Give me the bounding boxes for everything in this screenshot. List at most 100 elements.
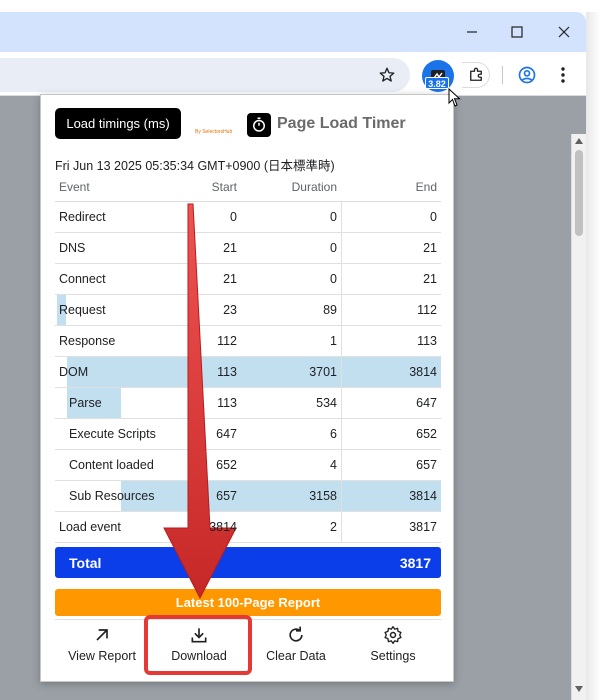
table-row: DNS 21 0 21: [55, 232, 441, 264]
end-value: 3814: [409, 488, 437, 503]
start-value: 112: [217, 333, 237, 348]
cell-duration: 0: [241, 201, 341, 233]
duration-value: 2: [330, 519, 337, 534]
table-header-row: Event Start Duration End: [55, 173, 441, 202]
timings-table-body: Redirect 0 0 0 DNS 21 0 21 Connect 21 0 21 Request 23…: [55, 201, 441, 543]
duration-value: 6: [330, 426, 337, 441]
bookmark-star-button[interactable]: [376, 64, 398, 86]
cell-event: Content loaded: [55, 449, 177, 481]
cell-start: 647: [177, 418, 241, 450]
cell-duration: 3701: [241, 356, 341, 388]
column-header-start: Start: [177, 173, 241, 202]
scroll-thumb[interactable]: [575, 150, 583, 236]
event-value: Execute Scripts: [69, 426, 156, 441]
cell-start: 657: [177, 480, 241, 512]
event-value: Load event: [59, 519, 121, 534]
total-value: 3817: [399, 554, 431, 571]
start-value: 21: [223, 240, 237, 255]
cell-end: 113: [341, 325, 441, 357]
table-row: Connect 21 0 21: [55, 263, 441, 295]
cell-start: 652: [177, 449, 241, 481]
download-highlight-box: [144, 615, 252, 675]
cell-duration: 0: [241, 232, 341, 264]
timings-table: Event Start Duration End Redirect 0 0 0 DNS 2…: [55, 173, 441, 543]
clear-data-button[interactable]: Clear Data: [249, 625, 343, 669]
cell-duration: 6: [241, 418, 341, 450]
close-window-button[interactable]: [544, 12, 584, 52]
cell-event: Sub Resources: [55, 480, 177, 512]
settings-button[interactable]: Settings: [346, 625, 440, 669]
table-row: Response 112 1 113: [55, 325, 441, 357]
column-separator: [341, 232, 342, 263]
table-row: Redirect 0 0 0: [55, 201, 441, 233]
column-header-duration: Duration: [241, 173, 341, 202]
minimize-button[interactable]: [452, 12, 492, 52]
browser-titlebar: [0, 12, 586, 52]
start-value: 652: [216, 457, 237, 472]
cell-start: 113: [177, 387, 241, 419]
cell-end: 3814: [341, 480, 441, 512]
cell-event: Connect: [55, 263, 177, 295]
end-value: 3814: [409, 364, 437, 379]
cell-duration: 3158: [241, 480, 341, 512]
cell-end: 21: [341, 232, 441, 264]
menu-button[interactable]: [552, 64, 574, 86]
column-separator: [341, 387, 342, 418]
window-shadow: [586, 12, 600, 700]
end-value: 657: [416, 457, 437, 472]
end-value: 21: [423, 271, 437, 286]
start-value: 647: [216, 426, 237, 441]
refresh-icon: [289, 626, 303, 642]
cell-duration: 1: [241, 325, 341, 357]
total-label: Total: [69, 554, 102, 571]
event-value: Redirect: [59, 209, 106, 224]
tab-load-timings[interactable]: Load timings (ms): [55, 108, 181, 139]
gear-icon: [384, 626, 402, 644]
maximize-icon: [511, 26, 523, 38]
cell-start: 3814: [177, 511, 241, 543]
event-value: Request: [59, 302, 106, 317]
end-value: 652: [416, 426, 437, 441]
cell-start: 21: [177, 263, 241, 295]
minimize-icon: [467, 31, 477, 33]
duration-value: 89: [323, 302, 337, 317]
column-separator: [341, 325, 342, 356]
event-value: Connect: [59, 271, 106, 286]
cell-end: 0: [341, 201, 441, 233]
cell-end: 21: [341, 263, 441, 295]
cell-event: Parse: [55, 387, 177, 419]
maximize-button[interactable]: [497, 12, 537, 52]
cell-event: Execute Scripts: [55, 418, 177, 450]
scroll-up-arrow-icon[interactable]: [575, 138, 583, 144]
start-value: 3814: [209, 519, 237, 534]
total-row: Total 3817: [55, 547, 441, 578]
end-value: 113: [417, 333, 437, 348]
clear-data-label: Clear Data: [266, 649, 326, 663]
duration-value: 0: [330, 271, 337, 286]
latest-report-button[interactable]: Latest 100-Page Report: [55, 589, 441, 616]
duration-value: 1: [330, 333, 337, 348]
page-scrollbar[interactable]: [571, 134, 586, 700]
start-value: 113: [217, 364, 237, 379]
duration-value: 3158: [309, 488, 337, 503]
close-icon: [558, 26, 570, 38]
toolbar-separator: [502, 66, 503, 84]
profile-button[interactable]: [516, 64, 538, 86]
address-bar[interactable]: [0, 58, 410, 92]
report-timestamp: Fri Jun 13 2025 05:35:34 GMT+0900 (日本標準時…: [55, 159, 335, 173]
table-row: Parse 113 534 647: [55, 387, 441, 419]
column-separator: [341, 449, 342, 480]
view-report-button[interactable]: View Report: [55, 625, 149, 669]
event-value: Parse: [69, 395, 102, 410]
kebab-menu-icon: [561, 67, 565, 83]
puzzle-icon: [469, 67, 482, 81]
event-value: Content loaded: [69, 457, 154, 472]
cell-end: 657: [341, 449, 441, 481]
scroll-down-arrow-icon[interactable]: [575, 686, 583, 692]
cell-event: DNS: [55, 232, 177, 264]
extensions-button[interactable]: [462, 62, 490, 88]
cell-start: 23: [177, 294, 241, 326]
column-header-event: Event: [55, 173, 177, 202]
browser-toolbar: [0, 52, 586, 96]
column-separator: [341, 201, 342, 232]
